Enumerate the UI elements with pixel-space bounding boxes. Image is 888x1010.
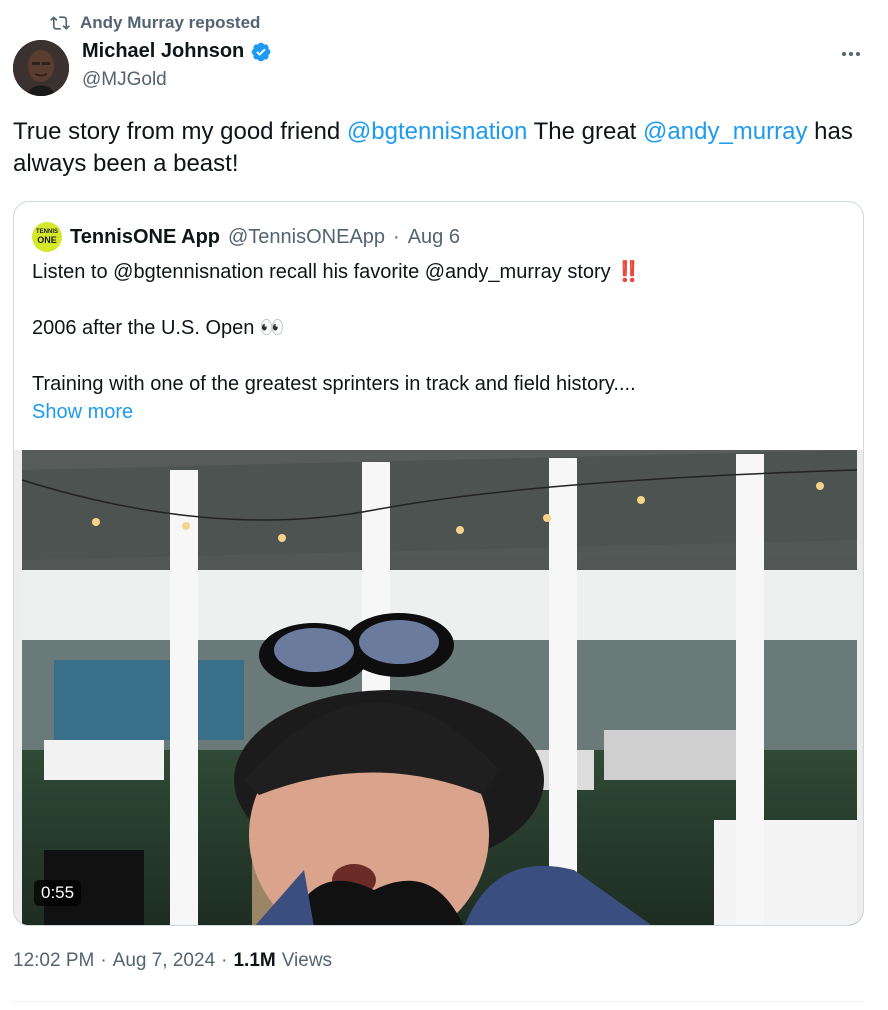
author-name[interactable]: Michael Johnson bbox=[82, 40, 244, 63]
mention-link[interactable]: @bgtennisnation bbox=[347, 118, 528, 145]
separator-dot: · bbox=[221, 950, 228, 971]
divider bbox=[13, 1001, 864, 1002]
avatar-image bbox=[13, 40, 69, 96]
more-icon[interactable] bbox=[836, 44, 866, 64]
quoted-author-name[interactable]: TennisONE App bbox=[70, 226, 220, 249]
show-more-link[interactable]: Show more bbox=[32, 401, 133, 423]
quoted-tweet-header: TENNIS ONE TennisONE App @TennisONEApp ·… bbox=[32, 222, 460, 252]
tweet-meta: 12:02 PM · Aug 7, 2024 · 1.1M Views bbox=[13, 950, 332, 972]
video-frame bbox=[14, 450, 863, 925]
mention-link[interactable]: @andy_murray bbox=[643, 118, 807, 145]
quoted-text-line: Listen to @bgtennisnation recall his fav… bbox=[32, 261, 642, 283]
quoted-date[interactable]: Aug 6 bbox=[408, 226, 460, 249]
quoted-text-line: 2006 after the U.S. Open 👀 bbox=[32, 317, 285, 339]
author-handle[interactable]: @MJGold bbox=[82, 69, 167, 91]
quoted-author-handle[interactable]: @TennisONEApp bbox=[228, 226, 385, 249]
quoted-text-line: Training with one of the greatest sprint… bbox=[32, 373, 636, 395]
repost-indicator[interactable]: Andy Murray reposted bbox=[50, 12, 260, 34]
video-player[interactable]: 0:55 bbox=[14, 450, 863, 925]
quoted-tweet-card[interactable]: TENNIS ONE TennisONE App @TennisONEApp ·… bbox=[13, 201, 864, 926]
quoted-tweet-text: Listen to @bgtennisnation recall his fav… bbox=[32, 258, 847, 426]
views-label: Views bbox=[281, 950, 333, 971]
verified-badge-icon bbox=[251, 42, 271, 61]
video-duration-badge: 0:55 bbox=[34, 880, 82, 906]
tweet-text-part: The great bbox=[527, 118, 644, 145]
quoted-avatar[interactable]: TENNIS ONE bbox=[32, 222, 62, 252]
repost-icon bbox=[50, 16, 70, 30]
views-count: 1.1M bbox=[233, 950, 276, 971]
tweet-text: True story from my good friend @bgtennis… bbox=[13, 116, 875, 180]
separator-dot: · bbox=[100, 950, 107, 971]
tweet-date[interactable]: Aug 7, 2024 bbox=[113, 950, 215, 972]
tweet-time[interactable]: 12:02 PM bbox=[13, 950, 94, 972]
avatar[interactable] bbox=[13, 40, 69, 96]
repost-text: Andy Murray reposted bbox=[80, 13, 261, 32]
separator-dot: · bbox=[393, 225, 400, 248]
tweet-text-part: True story from my good friend bbox=[13, 118, 347, 145]
quoted-avatar-text-bottom: ONE bbox=[37, 235, 57, 245]
